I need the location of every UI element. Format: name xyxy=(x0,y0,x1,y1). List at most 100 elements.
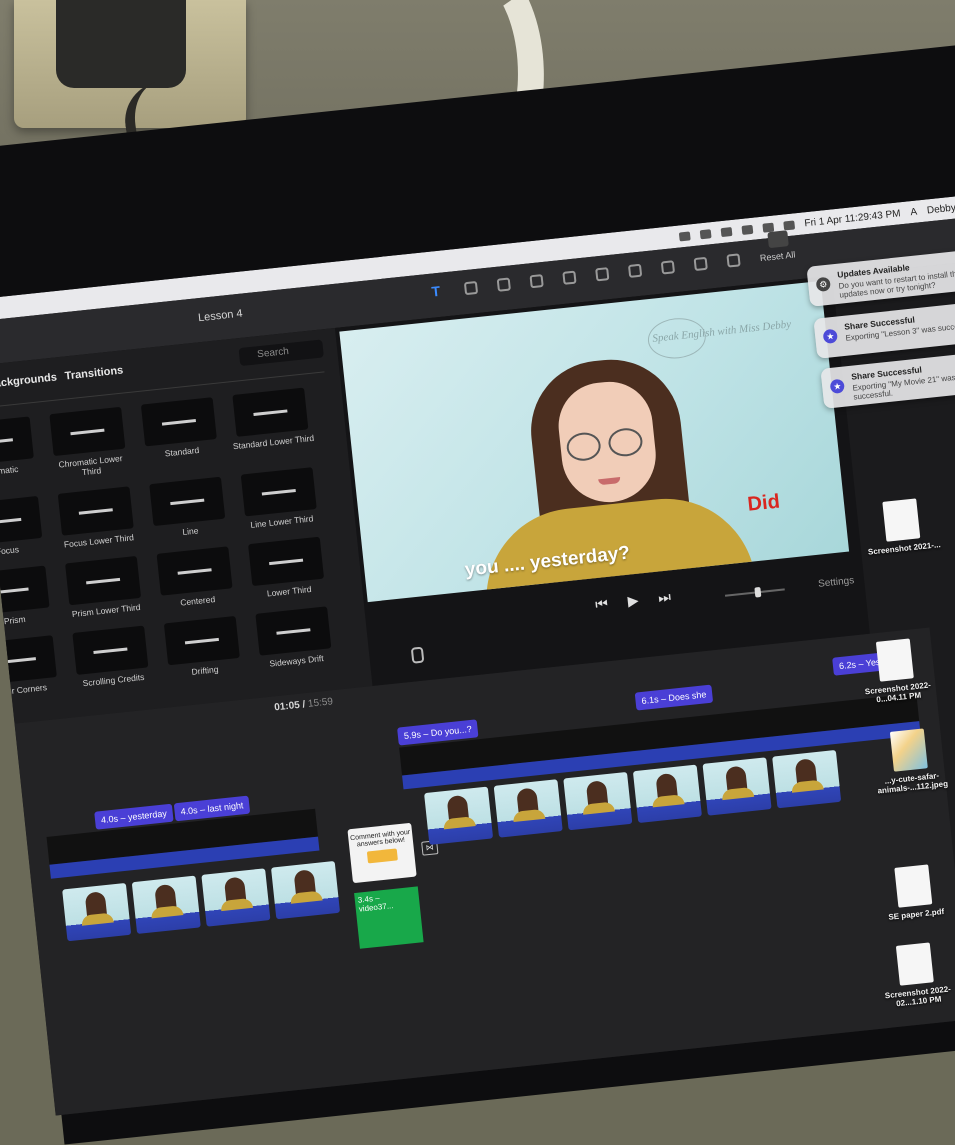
volume-icon[interactable] xyxy=(783,219,795,231)
title-label: Line xyxy=(181,525,199,538)
power-plug xyxy=(56,0,186,88)
tab-backgrounds[interactable]: Backgrounds xyxy=(0,371,57,390)
project-title: Lesson 4 xyxy=(197,307,244,325)
video-preview[interactable]: Speak English with Miss Debby Did you ..… xyxy=(339,280,850,603)
imovie-star-icon: ★ xyxy=(829,378,845,395)
tab-transitions[interactable]: Transitions xyxy=(64,364,124,382)
title-tile[interactable]: Scrolling Credits xyxy=(67,625,154,689)
screen-record-icon[interactable] xyxy=(720,226,733,237)
play-icon[interactable]: ▶ xyxy=(627,592,639,610)
title-tile[interactable]: Chromatic Lower Third xyxy=(44,406,132,480)
info-icon[interactable] xyxy=(726,253,741,268)
volume-tool-icon[interactable] xyxy=(595,267,610,282)
title-label: Prism xyxy=(3,613,27,627)
timecode-current: 01:05 xyxy=(273,699,301,714)
title-tile[interactable]: Four Corners xyxy=(0,635,63,699)
title-thumbnail xyxy=(65,555,142,606)
title-label: Focus Lower Third xyxy=(63,532,135,550)
timecode-total: 15:59 xyxy=(307,696,334,710)
title-label: Lower Third xyxy=(266,583,312,599)
title-tile[interactable]: Prism xyxy=(0,565,56,629)
bluetooth-icon[interactable] xyxy=(741,224,754,235)
microphone-icon[interactable] xyxy=(410,646,425,664)
color-correction-icon[interactable] xyxy=(496,277,511,292)
video-clip[interactable] xyxy=(201,868,271,927)
file-icon xyxy=(875,638,914,682)
volume-slider[interactable] xyxy=(724,586,785,598)
title-label: Line Lower Third xyxy=(249,513,314,530)
desktop-file[interactable]: Screenshot 2021-... xyxy=(859,496,944,557)
video-clip[interactable] xyxy=(62,882,132,942)
timecode: 01:05 / 15:59 xyxy=(273,696,334,714)
noise-reduction-icon[interactable] xyxy=(627,263,643,278)
title-thumbnail xyxy=(0,416,34,466)
pdf-file-icon xyxy=(894,864,933,908)
titles-browser: Backgrounds Transitions Search Chromatic… xyxy=(0,328,373,724)
title-tile[interactable]: Line Lower Third xyxy=(236,467,323,531)
title-label: Scrolling Credits xyxy=(82,671,145,689)
title-tool-icon[interactable]: T xyxy=(431,283,445,300)
desktop-file[interactable]: Screenshot 2022-0...04.11 PM xyxy=(853,636,939,706)
title-grid: Chromatic Chromatic Lower Third Standard… xyxy=(0,386,350,699)
video-clip[interactable] xyxy=(424,786,494,845)
video-clip[interactable] xyxy=(772,749,842,809)
title-thumbnail xyxy=(149,476,226,527)
skip-forward-icon[interactable]: ⏭ xyxy=(657,588,671,606)
title-tile[interactable]: Sideways Drift xyxy=(250,606,337,670)
viewer-panel: Speak English with Miss Debby Did you ..… xyxy=(334,275,870,687)
title-label: Focus xyxy=(0,544,20,557)
title-label: Centered xyxy=(179,594,216,608)
title-tile[interactable]: Lower Third xyxy=(243,536,330,600)
location-icon[interactable] xyxy=(699,228,712,239)
color-balance-icon[interactable] xyxy=(463,280,479,296)
title-thumbnail xyxy=(232,387,309,437)
video-clip[interactable] xyxy=(563,771,633,831)
title-thumbnail xyxy=(0,635,57,685)
title-label: Sideways Drift xyxy=(268,653,325,669)
title-label: Chromatic Lower Third xyxy=(58,452,123,478)
menubar-app-icon[interactable] xyxy=(678,230,691,242)
reset-all-button[interactable]: Reset All xyxy=(759,250,795,264)
desktop-file[interactable]: SE paper 2.pdf xyxy=(871,862,955,923)
caption-red-text: Did xyxy=(746,490,781,516)
cutaway-clip[interactable]: 3.4s – video37... xyxy=(354,886,424,949)
title-label: Four Corners xyxy=(0,682,48,698)
title-tile[interactable]: Line xyxy=(144,476,231,540)
video-clip[interactable] xyxy=(131,875,201,934)
imovie-window: Fri 1 Apr 11:29:43 PM A Debby Lesson 4 T… xyxy=(0,195,955,1116)
desktop-file[interactable]: ...y-cute-safar-animals-...112.jpeg xyxy=(867,726,953,796)
comment-title-clip[interactable]: Comment with your answers below! xyxy=(347,822,417,884)
stabilization-icon[interactable] xyxy=(562,270,577,285)
settings-button[interactable]: Settings xyxy=(818,575,855,590)
video-clip[interactable] xyxy=(493,779,563,838)
title-thumbnail xyxy=(72,625,149,675)
imovie-star-icon: ★ xyxy=(822,328,838,345)
video-clip[interactable] xyxy=(702,757,772,816)
title-tile[interactable]: Standard xyxy=(136,397,224,471)
title-tile[interactable]: Chromatic xyxy=(0,416,41,490)
speed-icon[interactable] xyxy=(660,260,676,275)
input-source[interactable]: A xyxy=(910,206,918,218)
desktop-file[interactable]: Screenshot 2022-02...1.10 PM xyxy=(873,940,955,1010)
menubar-user[interactable]: Debby xyxy=(926,202,955,216)
title-thumbnail xyxy=(0,495,43,546)
title-tile[interactable]: Focus xyxy=(0,495,49,559)
volume-slider-knob[interactable] xyxy=(754,586,762,598)
title-tile[interactable]: Prism Lower Third xyxy=(60,555,147,619)
title-tile[interactable]: Focus Lower Third xyxy=(53,486,140,550)
image-file-icon xyxy=(889,728,928,772)
title-tile[interactable]: Standard Lower Third xyxy=(227,387,315,461)
title-tile[interactable]: Drifting xyxy=(159,615,246,679)
share-button[interactable] xyxy=(767,230,789,249)
title-label: Standard xyxy=(164,444,200,459)
title-clip-bubble[interactable]: 6.1s – Does she xyxy=(634,684,714,711)
search-input[interactable]: Search xyxy=(238,339,324,367)
filter-icon[interactable] xyxy=(693,256,708,272)
crop-icon[interactable] xyxy=(529,274,544,289)
title-tile[interactable]: Centered xyxy=(152,546,239,610)
video-clip[interactable] xyxy=(270,860,341,920)
video-clip[interactable] xyxy=(632,764,702,824)
skip-back-icon[interactable]: ⏮ xyxy=(594,595,608,613)
browser-tabs: Backgrounds Transitions xyxy=(0,364,124,390)
title-thumbnail xyxy=(248,536,325,587)
